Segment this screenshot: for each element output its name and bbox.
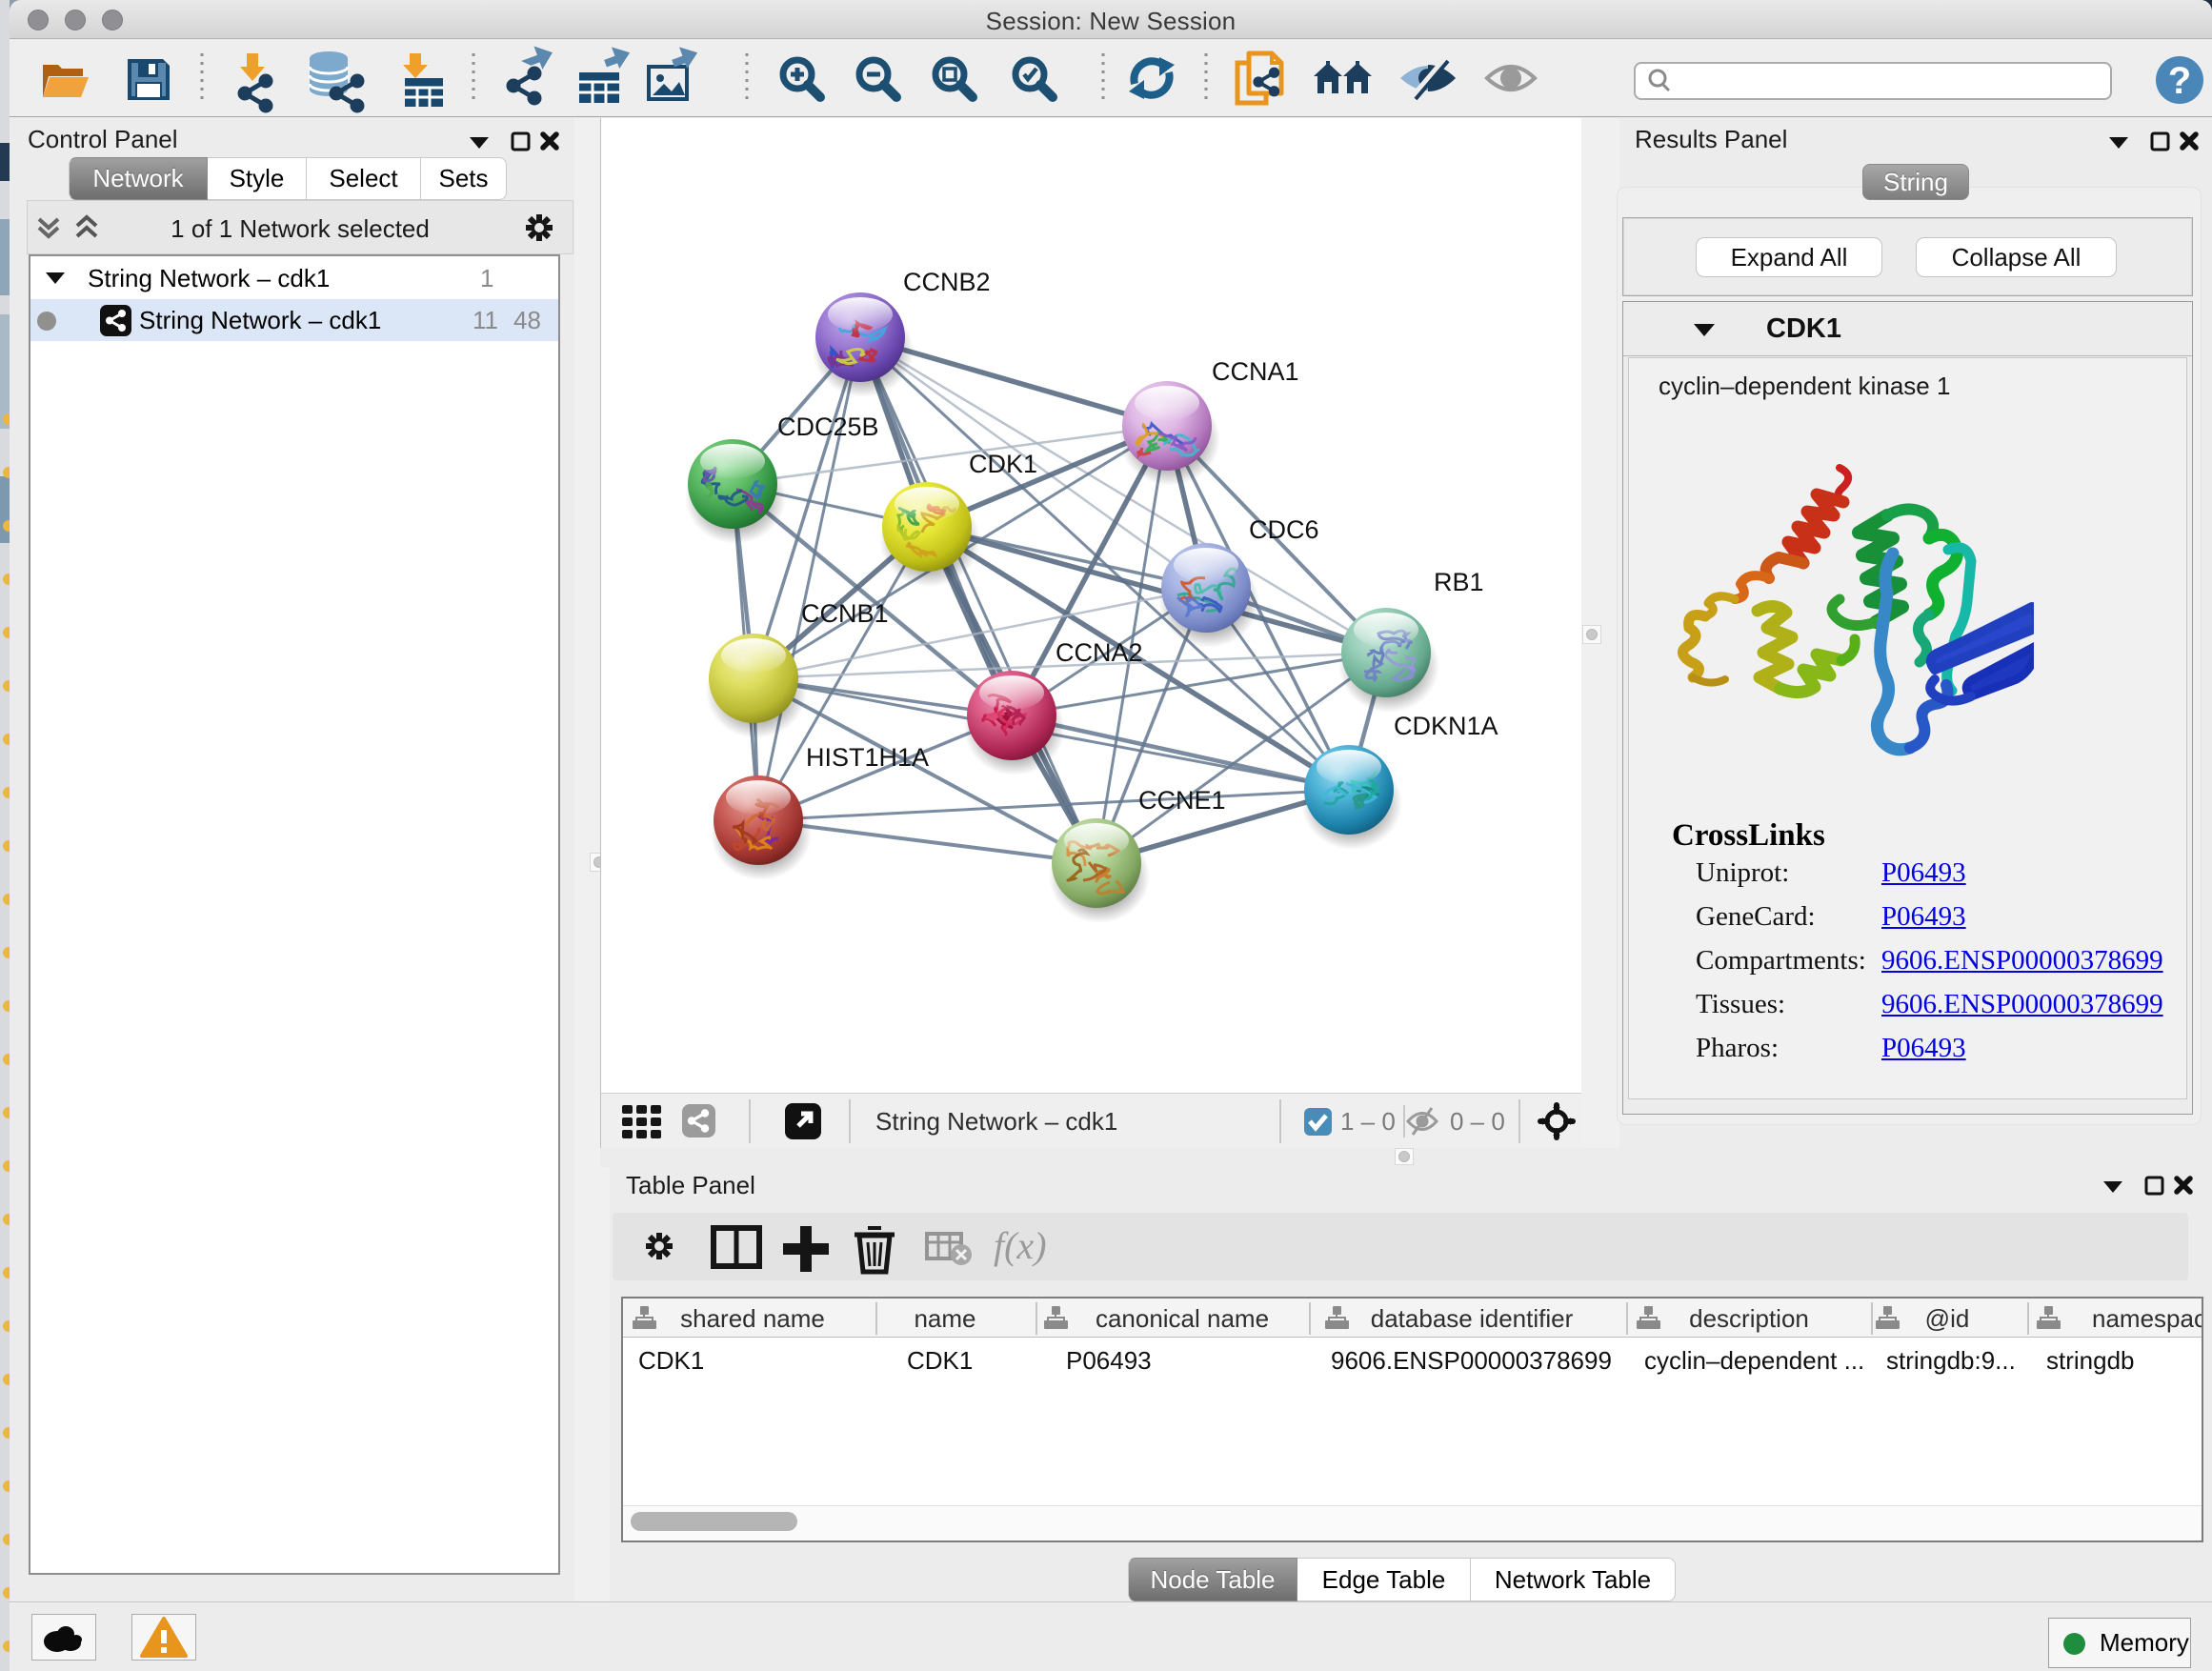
svg-text:namespace: namespace — [2092, 1304, 2202, 1333]
svg-text:CDKN1A: CDKN1A — [1394, 712, 1498, 740]
svg-text:name: name — [914, 1304, 975, 1333]
svg-text:0 – 0: 0 – 0 — [1450, 1107, 1505, 1136]
svg-text:RB1: RB1 — [1434, 568, 1484, 596]
svg-text:canonical name: canonical name — [1096, 1304, 1269, 1333]
svg-text:CCNA2: CCNA2 — [1056, 638, 1143, 667]
svg-text:?: ? — [2168, 60, 2191, 102]
svg-text:CCNE1: CCNE1 — [1138, 786, 1226, 815]
svg-text:String Network – cdk1: String Network – cdk1 — [875, 1107, 1117, 1136]
svg-text:CCNB1: CCNB1 — [801, 599, 889, 628]
svg-text:database identifier: database identifier — [1371, 1304, 1574, 1333]
svg-text:CDC6: CDC6 — [1249, 515, 1319, 544]
svg-text:shared name: shared name — [680, 1304, 825, 1333]
svg-text:HIST1H1A: HIST1H1A — [806, 743, 929, 772]
svg-text:CDC25B: CDC25B — [777, 413, 879, 441]
svg-text:CDK1: CDK1 — [969, 450, 1037, 478]
svg-text:CCNB2: CCNB2 — [903, 268, 991, 296]
svg-text:CCNA1: CCNA1 — [1212, 357, 1299, 386]
svg-text:1 – 0: 1 – 0 — [1340, 1107, 1396, 1136]
svg-text:description: description — [1689, 1304, 1809, 1333]
svg-text:@id: @id — [1925, 1304, 1970, 1333]
svg-text:f(x): f(x) — [994, 1224, 1047, 1267]
